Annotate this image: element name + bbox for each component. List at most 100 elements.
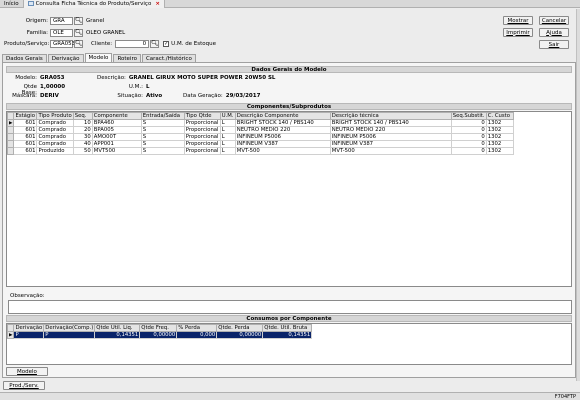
table-cell[interactable]: 601 [13, 126, 38, 134]
table-cell[interactable]: Proporcional [183, 126, 221, 134]
table-cell[interactable]: P [43, 331, 96, 339]
table-cell[interactable]: 0,00000 [216, 331, 264, 339]
table-cell[interactable]: BRIGHT STOCK 140 / PBS140 [234, 119, 331, 127]
table-cell[interactable]: S [140, 119, 185, 127]
cliente-input[interactable]: 0 [115, 39, 150, 48]
table-cell[interactable]: BPA460 [91, 119, 142, 127]
column-header[interactable]: Qtde. Perda [216, 324, 264, 332]
origem-input[interactable]: GRA [50, 16, 73, 25]
column-header[interactable]: Derivação(Comp.) [43, 324, 96, 332]
table-cell[interactable]: MVT-500 [329, 147, 452, 155]
table-cell[interactable]: 601 [13, 140, 38, 148]
table-row[interactable]: ▶ 601 Comprado 10 BPA460 S Proporcional L BRIGHT… [7, 119, 514, 127]
familia-input[interactable]: OLE [50, 28, 73, 37]
table-cell[interactable]: 0,14351 [94, 331, 141, 339]
table-cell[interactable]: S [140, 147, 185, 155]
column-header[interactable]: Qtde Util. Liq. [94, 324, 141, 332]
tab-derivacao[interactable]: Derivação [47, 54, 84, 62]
table-cell[interactable]: Comprado [36, 133, 74, 141]
search-icon[interactable]: 🔍︎ [150, 39, 160, 48]
close-tab-icon[interactable]: × [155, 1, 160, 7]
table-cell[interactable]: Proporcional [183, 140, 221, 148]
table-cell[interactable]: 10 [72, 119, 93, 127]
ajuda-button[interactable]: Ajuda [539, 28, 569, 37]
table-cell[interactable]: INFINEUM P5006 [234, 133, 331, 141]
table-row[interactable]: ▶ P P 0,14351 0,00000 0,000 0,00000 0,14351 [7, 331, 313, 339]
table-cell[interactable]: BPA005 [91, 126, 142, 134]
column-header[interactable]: Qtde. Util. Bruta [262, 324, 313, 332]
vertical-scrollbar[interactable] [576, 9, 580, 381]
table-cell[interactable]: BRIGHT STOCK 140 / PBS140 [329, 119, 452, 127]
table-cell[interactable]: 1302 [485, 126, 514, 134]
table-row[interactable]: 601 Comprado 40 APP001 S Proporcional L INFINEU… [7, 140, 514, 148]
table-cell[interactable]: INFINEUM V387 [234, 140, 331, 148]
search-icon[interactable]: 🔍︎ [74, 39, 83, 48]
table-cell[interactable]: L [219, 126, 236, 134]
table-cell[interactable]: L [219, 147, 236, 155]
column-header[interactable]: Seq. [72, 112, 93, 120]
um-estoque-checkbox[interactable]: ✓ [163, 40, 170, 47]
table-row[interactable]: 601 Comprado 20 BPA005 S Proporcional L NEUTRO … [7, 126, 514, 134]
column-header[interactable]: % Perda [176, 324, 218, 332]
column-header[interactable]: Estágio [13, 112, 38, 120]
table-row[interactable]: 601 Produzido 50 MVT500 S Proporcional L MVT-50… [7, 147, 514, 155]
table-cell[interactable]: 1302 [485, 147, 514, 155]
table-cell[interactable]: 0,00000 [139, 331, 178, 339]
componentes-grid[interactable]: Estágio Tipo Produto Seq. Componente Entrada… [6, 111, 572, 287]
table-cell[interactable]: S [140, 133, 185, 141]
modelo-button[interactable]: Modelo [6, 367, 48, 376]
column-header[interactable]: Descrição técnica [329, 112, 452, 120]
column-header[interactable]: Tipo Qtde [183, 112, 221, 120]
tab-dados-gerais[interactable]: Dados Gerais [2, 54, 47, 62]
table-cell[interactable]: S [140, 140, 185, 148]
tab-inicio[interactable]: Início [0, 0, 24, 8]
table-cell[interactable]: INFINEUM V387 [329, 140, 452, 148]
table-cell[interactable]: 1302 [485, 119, 514, 127]
table-cell[interactable]: 0 [450, 126, 487, 134]
column-header[interactable]: Seq.Substit. [450, 112, 487, 120]
column-header[interactable]: Entrada/Saída [140, 112, 185, 120]
table-cell[interactable]: S [140, 126, 185, 134]
table-cell[interactable]: L [219, 140, 236, 148]
table-cell[interactable]: 50 [72, 147, 93, 155]
table-row[interactable]: 601 Comprado 30 AMO00T S Proporcional L INFINEU… [7, 133, 514, 141]
search-icon[interactable]: 🔍︎ [74, 28, 83, 37]
table-cell[interactable]: 1302 [485, 133, 514, 141]
table-cell[interactable]: MVT-500 [234, 147, 331, 155]
table-cell[interactable]: MVT500 [91, 147, 142, 155]
table-cell[interactable]: INFINEUM P5006 [329, 133, 452, 141]
table-cell[interactable]: Comprado [36, 126, 74, 134]
table-cell[interactable]: Produzido [36, 147, 74, 155]
table-cell[interactable]: AMO00T [91, 133, 142, 141]
table-cell[interactable]: L [219, 119, 236, 127]
column-header[interactable]: Descrição Componente [234, 112, 331, 120]
tab-roteiro[interactable]: Roteiro [113, 54, 141, 62]
table-cell[interactable]: 1302 [485, 140, 514, 148]
column-header[interactable]: C. Custo [485, 112, 514, 120]
table-cell[interactable]: 0,000 [176, 331, 218, 339]
mostrar-button[interactable]: Mostrar [503, 16, 533, 25]
search-icon[interactable]: 🔍︎ [74, 16, 83, 25]
table-cell[interactable]: APP001 [91, 140, 142, 148]
tab-caract-historico[interactable]: Caract./Histórico [141, 54, 196, 62]
table-cell[interactable]: Proporcional [183, 147, 221, 155]
column-header[interactable]: Derivação [13, 324, 45, 332]
consumos-grid[interactable]: Derivação Derivação(Comp.) Qtde Util. Liq.… [6, 323, 572, 365]
table-cell[interactable]: NEUTRO MEDIO 220 [329, 126, 452, 134]
table-cell[interactable]: 601 [13, 147, 38, 155]
table-cell[interactable]: 20 [72, 126, 93, 134]
table-cell[interactable]: 0 [450, 133, 487, 141]
table-cell[interactable]: 601 [13, 119, 38, 127]
table-cell[interactable]: Comprado [36, 140, 74, 148]
table-cell[interactable]: 30 [72, 133, 93, 141]
table-cell[interactable]: Proporcional [183, 119, 221, 127]
sair-button[interactable]: Sair [539, 40, 569, 49]
column-header[interactable]: U.M. [219, 112, 236, 120]
produto-input[interactable]: GRA053 [50, 39, 75, 48]
prod-serv-button[interactable]: Prod./Serv. [3, 381, 45, 390]
tab-modelo[interactable]: Modelo [84, 53, 113, 62]
table-cell[interactable]: NEUTRO MEDIO 220 [234, 126, 331, 134]
table-cell[interactable]: Proporcional [183, 133, 221, 141]
column-header[interactable]: Componente [91, 112, 142, 120]
table-cell[interactable]: L [219, 133, 236, 141]
